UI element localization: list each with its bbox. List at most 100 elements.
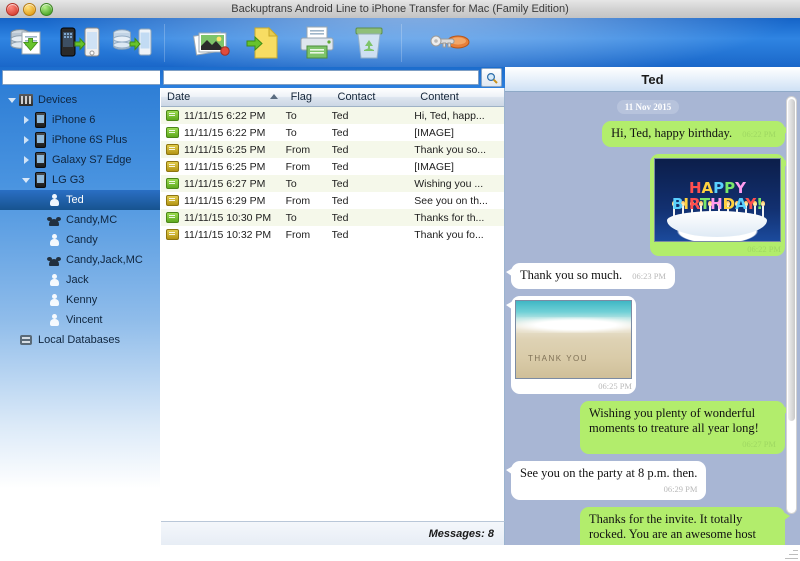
database-save-icon (10, 28, 41, 54)
column-header-date[interactable]: Date (161, 88, 285, 106)
column-header-content[interactable]: Content (414, 88, 504, 106)
sort-ascending-icon (269, 94, 278, 99)
table-row[interactable]: 11/11/15 6:25 PM From Ted [IMAGE] (161, 158, 504, 175)
print-messages-button[interactable] (291, 19, 343, 66)
sidebar-item-candy[interactable]: Candy (0, 230, 160, 250)
cell-flag: From (285, 160, 311, 173)
cell-content: [IMAGE] (414, 126, 454, 139)
cell-content: Thanks for th... (414, 211, 485, 224)
sidebar-item-local-databases[interactable]: Local Databases (0, 330, 160, 350)
disclosure-triangle-expanded-icon[interactable] (20, 170, 32, 190)
sidebar-item-jack[interactable]: Jack (0, 270, 160, 290)
chat-bubble-text: See you on the party at 8 p.m. then. (520, 466, 698, 481)
cell-date: 11/11/15 10:30 PM (184, 211, 272, 224)
contact-icon (49, 234, 60, 246)
sidebar-item-candy-jack-mc[interactable]: Candy,Jack,MC (0, 250, 160, 270)
happy-birthday-cake-image: HAPPY BIRTHDAY! (654, 157, 781, 242)
cell-contact: Ted (331, 228, 349, 241)
transfer-database-to-iphone-button[interactable] (106, 19, 158, 66)
window-title: Backuptrans Android Line to iPhone Trans… (231, 3, 569, 15)
cell-content: Wishing you ... (414, 177, 484, 190)
devices-sidebar[interactable]: Devices iPhone 6 iPhone 6S Plus Galaxy S7 E… (0, 88, 160, 533)
sidebar-item-kenny[interactable]: Kenny (0, 290, 160, 310)
message-count-label: Messages: 8 (428, 527, 494, 540)
sidebar-item-ted[interactable]: Ted (0, 190, 160, 210)
cell-date: 11/11/15 6:25 PM (184, 160, 266, 173)
register-license-button[interactable] (424, 19, 476, 66)
cell-flag: To (285, 126, 297, 139)
transfer-android-to-iphone-button[interactable] (54, 19, 106, 66)
group-icon (47, 254, 61, 266)
sidebar-item-galaxy-s7-edge[interactable]: Galaxy S7 Edge (0, 150, 160, 170)
table-row[interactable]: 11/11/15 6:22 PM To Ted Hi, Ted, happ... (161, 107, 504, 124)
cell-flag: To (285, 109, 297, 122)
key-icon (430, 35, 470, 48)
sidebar-item-iphone-6s-plus[interactable]: iPhone 6S Plus (0, 130, 160, 150)
cell-content: Thank you fo... (414, 228, 484, 241)
delete-to-trash-button[interactable] (343, 19, 395, 66)
chat-bubble-outgoing[interactable]: Hi, Ted, happy birthday. 06:22 PM (602, 121, 790, 147)
cell-flag: From (285, 143, 311, 156)
cell-contact: Ted (331, 194, 349, 207)
main-toolbar (0, 18, 800, 67)
disclosure-triangle-expanded-icon[interactable] (6, 90, 18, 110)
window-controls (6, 3, 53, 16)
chat-scrollbar[interactable] (786, 96, 797, 514)
column-header-date-label: Date (167, 91, 191, 103)
wave-foam-decoration (516, 316, 631, 333)
sidebar-item-iphone-6[interactable]: iPhone 6 (0, 110, 160, 130)
toolbar-separator-2 (401, 23, 402, 62)
export-photos-button[interactable] (187, 19, 239, 66)
minimize-button[interactable] (23, 3, 36, 16)
table-row[interactable]: 11/11/15 6:27 PM To Ted Wishing you ... (161, 175, 504, 192)
cell-contact: Ted (331, 126, 349, 139)
chat-bubble-outgoing[interactable]: Wishing you plenty of wonderful moments … (580, 400, 790, 455)
disclosure-triangle-collapsed-icon[interactable] (20, 110, 32, 130)
table-row[interactable]: 11/11/15 10:32 PM From Ted Thank you fo... (161, 226, 504, 243)
message-search-input[interactable] (163, 70, 479, 85)
sidebar-item-lg-g3[interactable]: LG G3 (0, 170, 160, 190)
column-header-flag[interactable]: Flag (285, 88, 332, 106)
disclosure-triangle-collapsed-icon[interactable] (20, 150, 32, 170)
zoom-button[interactable] (40, 3, 53, 16)
sidebar-item-label: iPhone 6S Plus (52, 134, 128, 146)
cell-date: 11/11/15 6:27 PM (184, 177, 266, 190)
chat-bubble-incoming[interactable]: See you on the party at 8 p.m. then. 06:… (505, 461, 707, 500)
sidebar-item-label: LG G3 (52, 174, 85, 186)
sidebar-search-input[interactable] (2, 70, 185, 85)
phone-to-phone-icon (60, 27, 100, 56)
table-row[interactable]: 11/11/15 6:25 PM From Ted Thank you so... (161, 141, 504, 158)
cell-flag: To (285, 211, 297, 224)
sidebar-item-label: iPhone 6 (52, 114, 96, 126)
resize-grip[interactable] (785, 546, 798, 559)
chat-transcript[interactable]: 11 Nov 2015 Hi, Ted, happy birthday. 06:… (505, 92, 800, 553)
birthday-text-line2: BIRTHDAY! (671, 194, 764, 213)
chat-bubble-incoming[interactable]: Thank you so much. 06:23 PM (506, 263, 675, 289)
sidebar-item-candy-mc[interactable]: Candy,MC (0, 210, 160, 230)
chat-bubble-incoming-image[interactable]: THANK YOU 06:25 PM (506, 295, 636, 394)
disclosure-triangle-collapsed-icon[interactable] (20, 130, 32, 150)
export-to-file-button[interactable] (239, 19, 291, 66)
column-header-flag-label: Flag (290, 91, 313, 103)
message-search-button[interactable] (481, 68, 502, 87)
column-header-contact[interactable]: Contact (332, 88, 415, 106)
sidebar-item-vincent[interactable]: Vincent (0, 310, 160, 330)
table-row[interactable]: 11/11/15 10:30 PM To Ted Thanks for th... (161, 209, 504, 226)
chat-bubble-outgoing-image[interactable]: HAPPY BIRTHDAY! 06:22 PM (650, 153, 790, 257)
backup-database-to-computer-button[interactable] (2, 19, 54, 66)
table-row[interactable]: 11/11/15 6:22 PM To Ted [IMAGE] (161, 124, 504, 141)
sidebar-item-label: Candy,Jack,MC (66, 254, 143, 266)
sand-text: THANK YOU (528, 353, 589, 363)
sidebar-item-devices[interactable]: Devices (0, 90, 160, 110)
chat-scrollbar-thumb[interactable] (788, 99, 795, 421)
cell-contact: Ted (331, 160, 349, 173)
chat-message-row: Wishing you plenty of wonderful moments … (511, 400, 790, 455)
message-direction-icon (166, 127, 179, 138)
cell-content: Thank you so... (414, 143, 487, 156)
table-row[interactable]: 11/11/15 6:29 PM From Ted See you on th... (161, 192, 504, 209)
message-search-bar (160, 67, 505, 88)
close-button[interactable] (6, 3, 19, 16)
sidebar-search-bar (0, 67, 201, 88)
chat-bubble-text: Wishing you plenty of wonderful moments … (589, 405, 759, 436)
